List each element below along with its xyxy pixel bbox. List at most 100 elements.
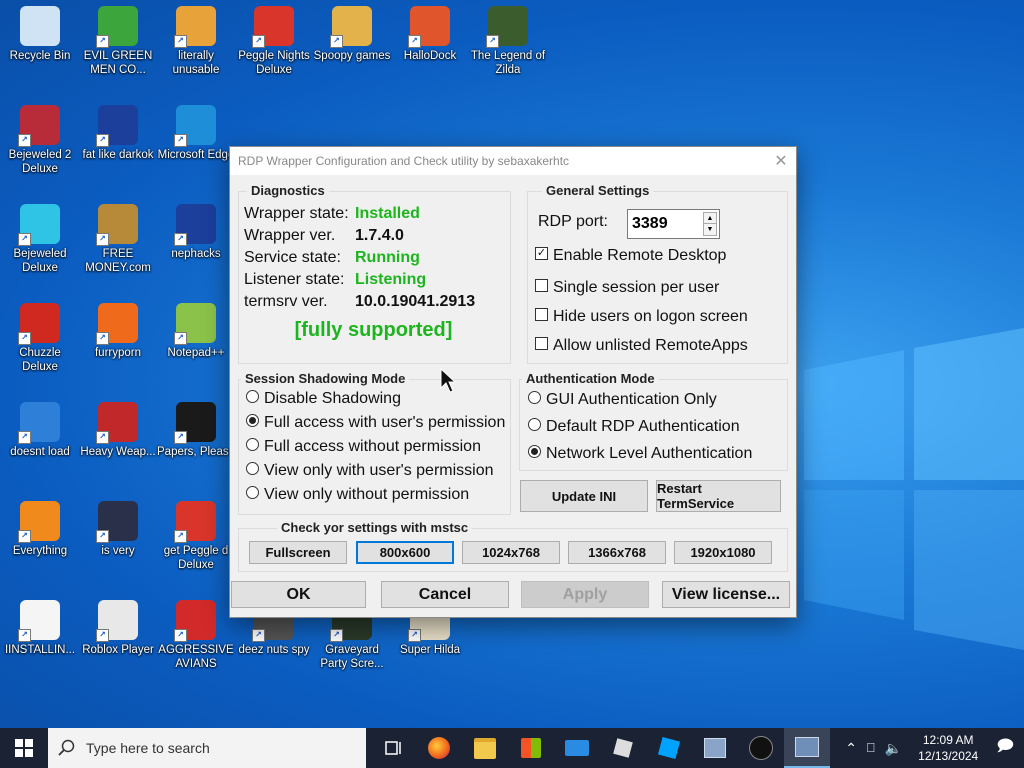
desktop-icon-label: deez nuts spy xyxy=(238,644,310,656)
spin-down-icon[interactable]: ▼ xyxy=(703,223,717,236)
restart-termservice-button[interactable]: Restart TermService xyxy=(656,480,781,512)
network-icon[interactable]: ⎕ xyxy=(863,740,879,756)
shadowing-option[interactable]: Full access without permission xyxy=(246,438,481,456)
taskbar-network-app[interactable] xyxy=(692,728,738,768)
ok-button[interactable]: OK xyxy=(231,581,366,608)
radio-selected-icon xyxy=(528,445,541,459)
shadowing-option[interactable]: View only with user's permission xyxy=(246,462,494,480)
desktop-icon[interactable]: ↗ AGGRESSIVE AVIANS xyxy=(156,600,236,671)
auth-option[interactable]: GUI Authentication Only xyxy=(528,391,717,409)
close-icon[interactable]: ✕ xyxy=(766,151,796,171)
desktop-icon-label: Graveyard Party Scre... xyxy=(320,644,384,670)
shortcut-arrow-icon: ↗ xyxy=(96,35,109,48)
desktop-icon[interactable]: ↗ Roblox Player xyxy=(78,600,158,657)
cancel-button[interactable]: Cancel xyxy=(381,581,509,608)
desktop-icon[interactable]: ↗ furryporn xyxy=(78,303,158,360)
general-settings-title: General Settings xyxy=(542,183,654,198)
taskbar-roblox[interactable] xyxy=(600,728,646,768)
taskbar-roblox-studio[interactable] xyxy=(646,728,692,768)
update-ini-button[interactable]: Update INI xyxy=(520,480,648,512)
desktop-icon[interactable]: ↗ EVIL GREEN MEN CO... xyxy=(78,6,158,77)
enable-rdp-checkbox[interactable]: ✓ Enable Remote Desktop xyxy=(535,247,726,265)
auth-option-label: Network Level Authentication xyxy=(546,445,753,462)
zelda-icon: ↗ xyxy=(486,6,528,48)
taskbar-firefox[interactable] xyxy=(416,728,462,768)
shortcut-arrow-icon: ↗ xyxy=(174,629,187,642)
chrome-icon: ↗ xyxy=(174,6,216,48)
desktop-icon-label: get Peggle d Deluxe xyxy=(163,545,229,571)
desktop-icon-label: Spoopy games xyxy=(313,50,391,62)
taskbar-store[interactable] xyxy=(508,728,554,768)
desktop-icon[interactable]: Recycle Bin xyxy=(0,6,80,63)
shadowing-option[interactable]: Disable Shadowing xyxy=(246,390,401,408)
desktop-icon[interactable]: ↗ IINSTALLIN... xyxy=(0,600,80,657)
desktop-icon[interactable]: ↗ literally unusable xyxy=(156,6,236,77)
desktop-icon[interactable]: ↗ FREE MONEY.com xyxy=(78,204,158,275)
mstsc-1366x768-button[interactable]: 1366x768 xyxy=(568,541,666,564)
hide-users-checkbox[interactable]: Hide users on logon screen xyxy=(535,308,748,326)
shadowing-option[interactable]: View only without permission xyxy=(246,486,469,504)
dialog-title: RDP Wrapper Configuration and Check util… xyxy=(238,154,570,168)
auth-option[interactable]: Default RDP Authentication xyxy=(528,418,740,436)
auth-option[interactable]: Network Level Authentication xyxy=(528,445,752,463)
taskbar-search-box[interactable]: Type here to search xyxy=(48,728,366,768)
desktop-icon[interactable]: ↗ is very xyxy=(78,501,158,558)
shortcut-arrow-icon: ↗ xyxy=(252,629,265,642)
taskbar-file-explorer[interactable] xyxy=(462,728,508,768)
apply-button[interactable]: Apply xyxy=(521,581,649,608)
volume-icon[interactable]: 🔈 xyxy=(879,740,908,757)
taskbar-rdp-config[interactable] xyxy=(784,728,830,768)
task-view-button[interactable] xyxy=(370,728,416,768)
shadowing-option-label: Disable Shadowing xyxy=(264,390,401,407)
mstsc-fullscreen-button[interactable]: Fullscreen xyxy=(249,541,347,564)
single-session-checkbox[interactable]: Single session per user xyxy=(535,279,719,297)
mstsc-1920x1080-button[interactable]: 1920x1080 xyxy=(674,541,772,564)
desktop-icon[interactable]: ↗ get Peggle d Deluxe xyxy=(156,501,236,572)
mail-icon xyxy=(565,740,589,756)
mpi-icon: ↗ xyxy=(96,501,138,543)
chevron-up-icon[interactable]: ⌃ xyxy=(839,740,863,757)
network-app-icon xyxy=(704,738,726,758)
dialog-titlebar[interactable]: RDP Wrapper Configuration and Check util… xyxy=(230,147,796,175)
auth-option-label: Default RDP Authentication xyxy=(546,418,740,435)
notification-icon[interactable]: 🗩 xyxy=(988,735,1024,762)
mstsc-800x600-button[interactable]: 800x600 xyxy=(356,541,454,564)
desktop-icon[interactable]: ↗ Bejeweled Deluxe xyxy=(0,204,80,275)
thunderbird-icon: ↗ xyxy=(18,402,60,444)
desktop-icon[interactable]: ↗ Notepad++ xyxy=(156,303,236,360)
shortcut-arrow-icon: ↗ xyxy=(96,530,109,543)
desktop-icon[interactable]: ↗ HalloDock xyxy=(390,6,470,63)
shortcut-arrow-icon: ↗ xyxy=(330,629,343,642)
desktop-icon[interactable]: ↗ Microsoft Edge xyxy=(156,105,236,162)
clock[interactable]: 12:09 AM 12/13/2024 xyxy=(908,732,988,764)
taskbar-app-dark[interactable] xyxy=(738,728,784,768)
shortcut-arrow-icon: ↗ xyxy=(252,35,265,48)
shadowing-option-label: View only without permission xyxy=(264,486,470,503)
desktop-icon[interactable]: ↗ Heavy Weap... xyxy=(78,402,158,459)
start-button[interactable] xyxy=(0,728,48,768)
radio-icon xyxy=(528,418,541,432)
desktop-icon[interactable]: ↗ fat like darkok xyxy=(78,105,158,162)
desktop-icon[interactable]: ↗ Papers, Please xyxy=(156,402,236,459)
desktop-icon[interactable]: ↗ doesnt load xyxy=(0,402,80,459)
rdp-port-spinner[interactable]: 3389 ▲ ▼ xyxy=(627,209,720,239)
view-license-button[interactable]: View license... xyxy=(662,581,790,608)
desktop-icon[interactable]: ↗ The Legend of Zilda xyxy=(468,6,548,77)
notepad-icon: ↗ xyxy=(174,303,216,345)
desktop-icon[interactable]: ↗ Spoopy games xyxy=(312,6,392,63)
desktop-icon[interactable]: ↗ Everything xyxy=(0,501,80,558)
mstsc-1024x768-button[interactable]: 1024x768 xyxy=(462,541,560,564)
desktop-icon[interactable]: ↗ nephacks xyxy=(156,204,236,261)
single-session-label: Single session per user xyxy=(553,279,720,296)
allow-unlisted-checkbox[interactable]: Allow unlisted RemoteApps xyxy=(535,337,748,355)
task-view-icon xyxy=(385,741,401,755)
radiation-icon: ↗ xyxy=(96,402,138,444)
shortcut-arrow-icon: ↗ xyxy=(18,134,31,147)
system-tray: ⌃ ⎕ 🔈 12:09 AM 12/13/2024 🗩 xyxy=(839,728,1024,768)
shortcut-arrow-icon: ↗ xyxy=(408,35,421,48)
desktop-icon[interactable]: ↗ Peggle Nights Deluxe xyxy=(234,6,314,77)
taskbar-mail[interactable] xyxy=(554,728,600,768)
desktop-icon[interactable]: ↗ Bejeweled 2 Deluxe xyxy=(0,105,80,176)
shadowing-option[interactable]: Full access with user's permission xyxy=(246,414,505,432)
desktop-icon[interactable]: ↗ Chuzzle Deluxe xyxy=(0,303,80,374)
